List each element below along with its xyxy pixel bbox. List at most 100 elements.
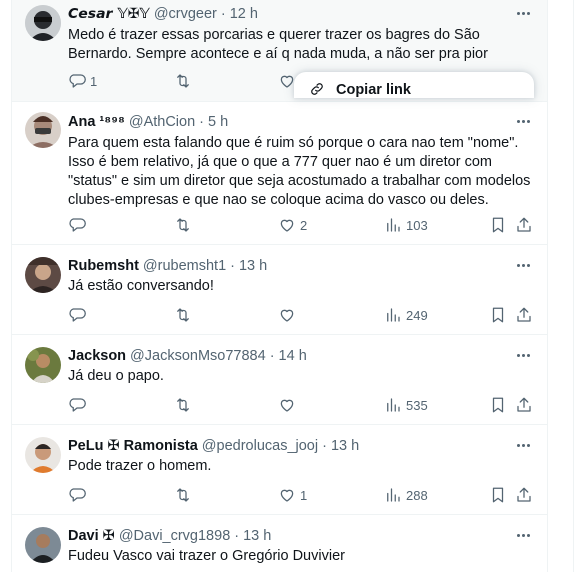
views-count: 535 <box>406 397 428 413</box>
timestamp[interactable]: 13 h <box>239 258 267 274</box>
display-name[interactable]: Rubemsht <box>68 258 139 274</box>
separator-dot: · <box>234 528 240 544</box>
tweet[interactable]: Davi ✠ @Davi_crvg1898 · 13 h Fudeu Vasco… <box>12 515 547 572</box>
user-handle[interactable]: @pedrolucas_jooj <box>202 438 318 454</box>
views-count: 288 <box>406 487 428 503</box>
tweet-header: 𝘾𝙚𝙨𝙖𝙧 𝕐✠𝕐 @crvgeer · 12 h <box>68 4 258 24</box>
timestamp[interactable]: 14 h <box>279 348 307 364</box>
more-icon[interactable] <box>514 526 532 544</box>
heart-icon <box>280 309 294 322</box>
views-icon <box>387 488 400 502</box>
more-icon[interactable] <box>514 436 532 454</box>
tweet[interactable]: PeLu ✠ Ramonista @pedrolucas_jooj · 13 h… <box>12 425 547 515</box>
bookmark-button[interactable] <box>489 215 507 235</box>
tweet[interactable]: Jackson @JacksonMso77884 · 14 h Já deu o… <box>12 335 547 425</box>
retweet-icon <box>177 488 189 502</box>
retweet-button[interactable] <box>174 485 196 505</box>
display-name[interactable]: Jackson <box>68 348 126 364</box>
separator-dot: · <box>199 114 204 130</box>
tweet-header: Jackson @JacksonMso77884 · 14 h <box>68 346 307 366</box>
avatar[interactable] <box>25 5 61 41</box>
retweet-icon <box>177 398 189 412</box>
tweet-header: Davi ✠ @Davi_crvg1898 · 13 h <box>68 526 271 546</box>
avatar[interactable] <box>25 527 61 563</box>
bookmark-button[interactable] <box>489 305 507 325</box>
more-icon[interactable] <box>514 112 532 130</box>
reply-count: 1 <box>90 73 98 89</box>
column-divider <box>573 0 574 572</box>
user-handle[interactable]: @rubemsht1 <box>143 258 226 274</box>
reply-button[interactable] <box>68 395 90 415</box>
share-icon <box>517 217 531 232</box>
display-name[interactable]: Davi ✠ <box>68 528 115 544</box>
views-count: 249 <box>406 307 428 323</box>
bookmark-button[interactable] <box>489 395 507 415</box>
heart-icon <box>280 399 294 412</box>
timestamp[interactable]: 5 h <box>208 114 228 130</box>
reply-icon <box>69 488 86 502</box>
like-count: 2 <box>300 217 308 233</box>
timestamp[interactable]: 13 h <box>331 438 359 454</box>
reply-button[interactable] <box>68 215 90 235</box>
user-handle[interactable]: @Davi_crvg1898 <box>119 528 230 544</box>
reply-icon <box>69 398 86 412</box>
bookmark-button[interactable] <box>489 485 507 505</box>
timestamp[interactable]: 12 h <box>230 6 258 22</box>
avatar[interactable] <box>25 347 61 383</box>
copy-link-menu-item[interactable]: Copiar link <box>336 82 411 98</box>
retweet-icon <box>177 74 189 88</box>
heart-icon <box>280 489 294 502</box>
reply-button[interactable] <box>68 485 90 505</box>
timestamp[interactable]: 13 h <box>243 528 271 544</box>
user-handle[interactable]: @AthCion <box>129 114 195 130</box>
tweet-text: Pode trazer o homem. <box>68 458 212 474</box>
avatar[interactable] <box>25 112 61 148</box>
share-button[interactable] <box>515 485 533 505</box>
share-button[interactable] <box>515 305 533 325</box>
tweet[interactable]: Rubemsht @rubemsht1 · 13 h Já estão conv… <box>12 245 547 335</box>
like-count: 1 <box>300 487 308 503</box>
views-button[interactable]: 249 <box>384 305 428 325</box>
views-count: 103 <box>406 217 428 233</box>
like-button[interactable] <box>278 395 300 415</box>
retweet-button[interactable] <box>174 215 196 235</box>
separator-dot: · <box>230 258 235 274</box>
display-name[interactable]: PeLu ✠ Ramonista <box>68 438 198 454</box>
retweet-button[interactable] <box>174 71 196 91</box>
views-button[interactable]: 535 <box>384 395 428 415</box>
tweet[interactable]: Ana ¹⁸⁹⁸ @AthCion · 5 h Para quem esta f… <box>12 102 547 245</box>
display-name[interactable]: Ana ¹⁸⁹⁸ <box>68 114 125 130</box>
separator-dot: · <box>269 348 275 364</box>
avatar[interactable] <box>25 257 61 293</box>
tweet-text: Já deu o papo. <box>68 368 164 384</box>
bookmark-icon <box>492 217 504 233</box>
reply-button[interactable] <box>68 305 90 325</box>
tweet-text: Medo é trazer essas porcarias e querer t… <box>68 27 488 62</box>
reply-icon <box>69 74 86 88</box>
like-button[interactable]: 2 <box>278 215 307 235</box>
share-button[interactable] <box>515 215 533 235</box>
user-handle[interactable]: @crvgeer <box>154 6 217 22</box>
retweet-button[interactable] <box>174 395 196 415</box>
views-button[interactable]: 103 <box>384 215 428 235</box>
like-button[interactable]: 1 <box>278 485 307 505</box>
share-icon <box>517 307 531 322</box>
avatar[interactable] <box>25 437 61 473</box>
share-button[interactable] <box>515 395 533 415</box>
more-icon[interactable] <box>514 256 532 274</box>
user-handle[interactable]: @JacksonMso77884 <box>130 348 266 364</box>
more-icon[interactable] <box>514 4 532 22</box>
display-name[interactable]: 𝘾𝙚𝙨𝙖𝙧 𝕐✠𝕐 <box>68 6 150 22</box>
retweet-button[interactable] <box>174 305 196 325</box>
views-icon <box>387 398 400 412</box>
reply-icon <box>69 218 86 232</box>
heart-icon <box>280 219 294 232</box>
views-button[interactable]: 288 <box>384 485 428 505</box>
tweet-text: Para quem esta falando que é ruim só por… <box>68 135 531 208</box>
views-icon <box>387 218 400 232</box>
retweet-icon <box>177 218 189 232</box>
reply-button[interactable]: 1 <box>68 71 97 91</box>
more-icon[interactable] <box>514 346 532 364</box>
tweet-header: Rubemsht @rubemsht1 · 13 h <box>68 256 267 276</box>
like-button[interactable] <box>278 305 300 325</box>
